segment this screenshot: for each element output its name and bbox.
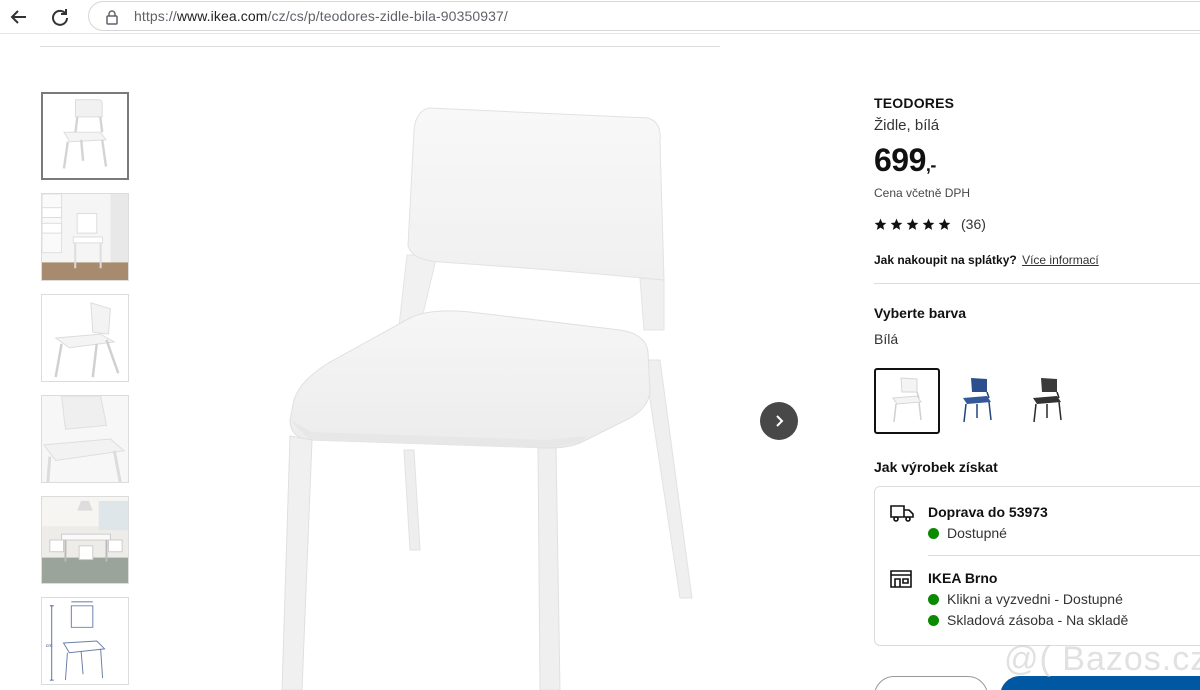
dining-room-thumbnail-image — [42, 497, 128, 583]
thumbnail-6[interactable]: cm — [41, 597, 129, 685]
color-heading: Vyberte barva — [874, 305, 967, 321]
blue-chair-swatch-image — [963, 378, 992, 423]
delivery-title: Doprava do 53973 — [928, 504, 1048, 520]
reload-icon — [52, 9, 68, 26]
star-icon — [874, 218, 887, 230]
status-dot — [928, 614, 939, 626]
header-divider — [40, 46, 720, 47]
color-swatch-black[interactable] — [1014, 368, 1080, 434]
url-text: https://www.ikea.com/cz/cs/p/teodores-zi… — [134, 8, 508, 24]
chair-closeup-thumbnail-image — [42, 396, 128, 482]
more-info-link[interactable]: Více informací — [1022, 253, 1099, 267]
price-suffix: ,- — [925, 155, 937, 175]
chevron-right-icon — [776, 415, 784, 427]
price-value: 699 — [874, 142, 926, 178]
reload-button[interactable] — [47, 4, 73, 30]
url-prefix: https:// — [134, 8, 177, 24]
store-line2-text: Skladová zásoba - Na skladě — [947, 612, 1129, 628]
star-rating — [874, 218, 951, 231]
store-stock: Skladová zásoba - Na skladě — [928, 612, 1128, 628]
arrow-left-icon — [10, 10, 26, 24]
delivery-status: Dostupné — [928, 525, 1007, 541]
truck-icon — [890, 505, 914, 522]
star-icon — [922, 218, 935, 230]
status-dot — [928, 593, 939, 605]
thumbnail-2[interactable] — [41, 193, 129, 281]
store-icon — [890, 570, 912, 588]
star-icon — [906, 218, 919, 230]
secondary-action-button[interactable] — [874, 676, 988, 690]
installment-info: Jak nakoupit na splátky? Více informací — [874, 253, 1099, 267]
delivery-status-text: Dostupné — [947, 525, 1007, 541]
review-count: (36) — [961, 216, 986, 232]
vat-note: Cena včetně DPH — [874, 186, 971, 200]
kitchen-scene-thumbnail-image — [42, 194, 128, 280]
back-button[interactable] — [6, 4, 32, 30]
product-main-image — [281, 107, 693, 690]
selected-color: Bílá — [874, 331, 899, 347]
color-swatch-white[interactable] — [874, 368, 940, 434]
white-chair-swatch-image — [892, 377, 922, 423]
section-divider — [874, 283, 1200, 284]
color-swatch-blue[interactable] — [944, 368, 1010, 434]
lock-icon — [106, 10, 118, 25]
product-info-panel: TEODORES Židle, bílá 699,- Cena včetně D… — [874, 0, 1200, 690]
thumbnail-1[interactable] — [41, 92, 129, 180]
product-name: TEODORES — [874, 95, 955, 111]
svg-text:cm: cm — [46, 644, 53, 649]
black-chair-swatch-image — [1033, 378, 1062, 423]
product-price: 699,- — [874, 142, 936, 179]
next-image-button[interactable] — [760, 402, 798, 440]
thumbnail-3[interactable] — [41, 294, 129, 382]
product-description: Židle, bílá — [874, 117, 940, 134]
star-icon — [938, 218, 951, 230]
availability-heading: Jak výrobek získat — [874, 459, 998, 475]
rating[interactable]: (36) — [874, 216, 986, 232]
availability-box: Doprava do 53973 Dostupné IKEA Brno Klik… — [874, 486, 1200, 646]
thumbnail-4[interactable] — [41, 395, 129, 483]
store-title: IKEA Brno — [928, 570, 998, 586]
thumbnail-5[interactable] — [41, 496, 129, 584]
dimensions-drawing-thumbnail-image: cm — [42, 598, 128, 684]
star-icon — [890, 218, 903, 230]
chair-side-thumbnail-image — [42, 295, 128, 381]
installment-label: Jak nakoupit na splátky? — [874, 253, 1017, 267]
url-path: /cz/cs/p/teodores-zidle-bila-90350937/ — [267, 8, 508, 24]
status-dot — [928, 527, 939, 539]
watermark: @( Bazos.cz — [1004, 640, 1200, 678]
url-domain: www.ikea.com — [176, 8, 268, 24]
availability-divider — [928, 555, 1200, 556]
store-line1-text: Klikni a vyzvedni - Dostupné — [947, 591, 1123, 607]
store-click-collect: Klikni a vyzvedni - Dostupné — [928, 591, 1123, 607]
chair-front-thumbnail-image — [43, 94, 127, 178]
